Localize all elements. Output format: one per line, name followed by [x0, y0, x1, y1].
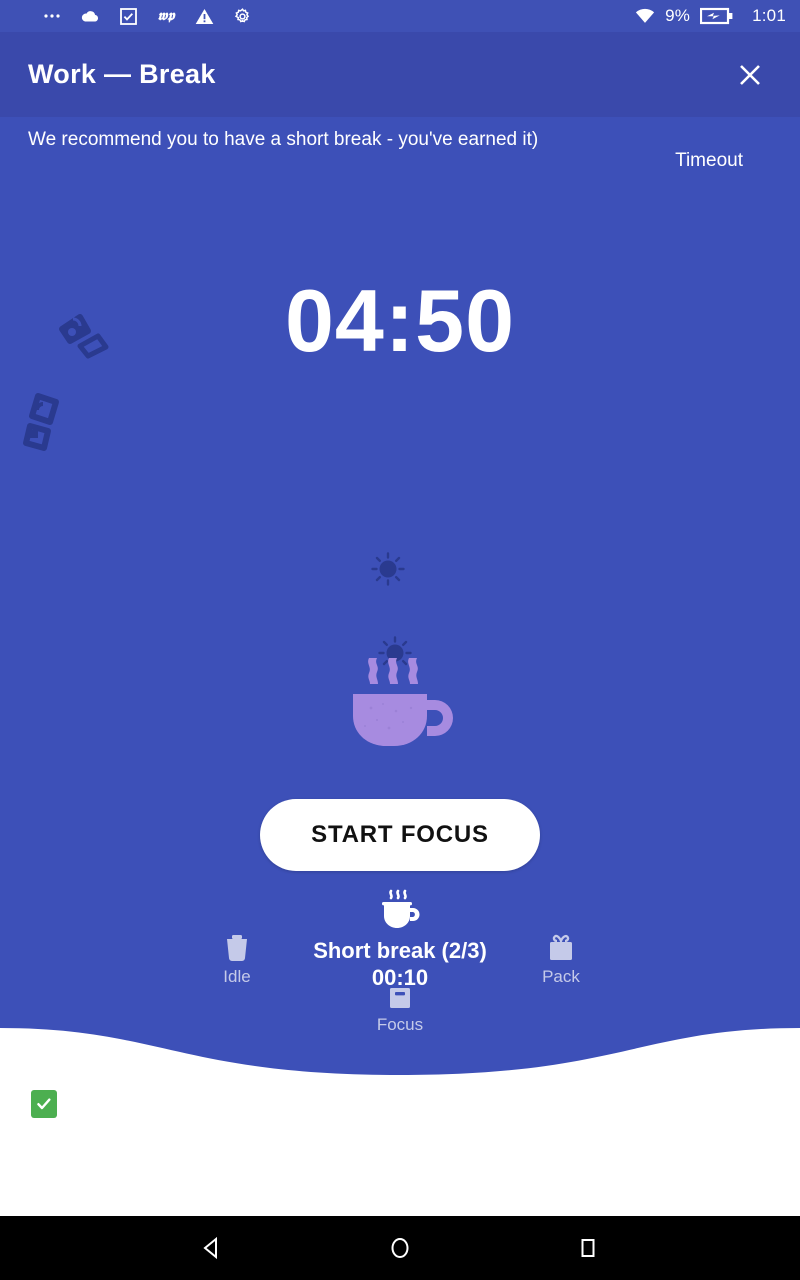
- break-panel: We recommend you to have a short break -…: [0, 117, 800, 1077]
- page-title: Work — Break: [28, 59, 216, 89]
- checkbox-icon: [118, 6, 138, 26]
- coffee-cup-illustration: [341, 638, 465, 758]
- decorative-card-shape-2: [18, 390, 66, 456]
- break-timer: 04:50: [284, 271, 516, 370]
- sparkle-icon-1: [368, 549, 408, 589]
- green-check-icon[interactable]: [31, 1090, 57, 1118]
- battery-charging-icon: [700, 6, 734, 26]
- briefcase-icon: [388, 985, 412, 1010]
- recents-square-icon[interactable]: [564, 1224, 612, 1272]
- settings-gear-icon: [232, 6, 252, 26]
- state-label-pack: Pack: [542, 967, 580, 986]
- app-title-bar: Work — Break: [0, 32, 800, 117]
- trash-icon: [224, 934, 250, 962]
- state-label-focus: Focus: [376, 1015, 424, 1034]
- washington-post-icon: 𝖜𝖕: [157, 8, 175, 24]
- status-bar-notification-icons: 𝖜𝖕: [42, 6, 252, 26]
- warning-icon: [194, 6, 214, 26]
- close-icon[interactable]: [728, 53, 772, 97]
- coffee-status-icon: [0, 889, 800, 935]
- state-item-focus[interactable]: Focus: [368, 985, 432, 1035]
- gift-icon: [548, 934, 574, 962]
- session-label: Short break (2/3): [313, 938, 487, 963]
- more-options-icon: [42, 6, 62, 26]
- state-item-pack[interactable]: Pack: [529, 934, 593, 987]
- state-label-idle: Idle: [223, 967, 251, 986]
- status-bar: 𝖜𝖕 9% 1:01: [0, 0, 800, 32]
- status-bar-system-icons: 9% 1:01: [635, 6, 786, 26]
- status-bar-clock: 1:01: [752, 6, 786, 25]
- back-triangle-icon[interactable]: [188, 1224, 236, 1272]
- recommendation-text: We recommend you to have a short break -…: [28, 129, 539, 150]
- start-focus-button[interactable]: START FOCUS: [260, 799, 540, 871]
- wifi-icon: [635, 6, 655, 26]
- state-item-idle[interactable]: Idle: [205, 934, 269, 987]
- home-circle-icon[interactable]: [376, 1224, 424, 1272]
- timeout-button[interactable]: Timeout: [675, 150, 743, 172]
- battery-percent-label: 9%: [665, 6, 691, 25]
- cloud-icon: [80, 6, 100, 26]
- android-navigation-bar: [0, 1216, 800, 1280]
